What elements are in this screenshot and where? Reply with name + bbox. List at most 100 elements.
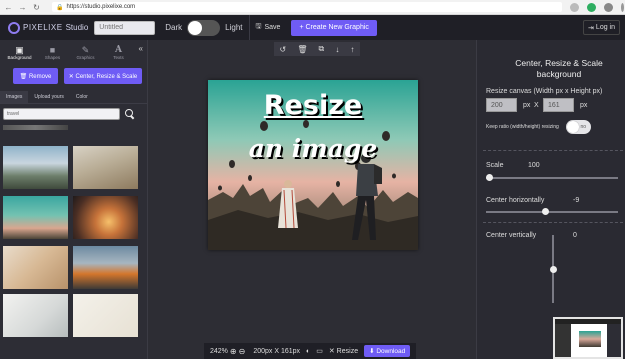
text-icon: A <box>115 44 122 55</box>
save-label: Save <box>264 24 281 31</box>
logo[interactable]: PIXELIXE Studio <box>8 21 89 34</box>
image-thumbnail[interactable] <box>3 196 68 239</box>
minimap-panel <box>607 324 621 357</box>
contrast-icon[interactable]: ◐ <box>306 348 310 355</box>
image-thumbnail-partial[interactable] <box>3 125 68 130</box>
light-label: Light <box>225 23 243 32</box>
url-text: https://studio.pixelixe.com <box>66 4 136 10</box>
artboard-text-an-image[interactable]: an image <box>208 134 418 163</box>
download-button[interactable]: ⬇ Download <box>364 345 411 357</box>
address-bar[interactable]: 🔒 https://studio.pixelixe.com <box>52 2 562 12</box>
center-resize-scale-button[interactable]: ✕ Center, Resize & Scale <box>64 68 142 84</box>
minimap-preview[interactable] <box>553 317 623 359</box>
sidebar-tabs: ▣ Background ■ Shapes ✎ Graphics A Texts <box>0 40 147 64</box>
image-thumbnail[interactable] <box>3 294 68 337</box>
center-horizontally-value: -9 <box>573 197 580 204</box>
studio-label: Studio <box>65 23 89 32</box>
app-header: PIXELIXE Studio Dark Light 🖫 Save + Crea… <box>0 15 625 40</box>
keep-ratio-label: Keep ratio (width/height) resizing <box>486 124 559 130</box>
monitor-icon[interactable]: ▭ <box>316 347 323 355</box>
login-icon: ⇥ <box>588 24 594 32</box>
divider <box>483 222 623 223</box>
scale-slider-handle[interactable] <box>486 174 493 181</box>
tab-upload-yours[interactable]: Upload yours <box>28 91 69 103</box>
scale-label: Scale <box>486 162 504 169</box>
tab-shapes[interactable]: ■ Shapes <box>36 40 69 64</box>
center-horizontally-slider[interactable] <box>486 211 618 213</box>
canvas-area: ↺ 🗑 ⧉ ↓ ↑ Resize an image 242% ⊕ ⊖ 200px… <box>148 40 476 359</box>
resize-canvas-label: Resize canvas (Width px x Height px) <box>486 88 603 95</box>
tab-color[interactable]: Color <box>70 91 94 103</box>
tab-label: Texts <box>113 54 124 60</box>
remove-button[interactable]: 🗑 Remove <box>13 68 58 84</box>
center-vertically-value: 0 <box>573 232 577 239</box>
menu-icon[interactable] <box>621 2 624 12</box>
save-icon: 🖫 <box>255 23 262 30</box>
image-thumbnail[interactable] <box>73 294 138 337</box>
center-horizontally-label: Center horizontally <box>486 197 545 204</box>
image-source-tabs: Images Upload yours Color <box>0 91 147 104</box>
create-new-graphic-button[interactable]: + Create New Graphic <box>291 19 377 36</box>
layer-toolbar: ↺ 🗑 ⧉ ↓ ↑ <box>274 42 360 56</box>
minimap-sidebar <box>555 324 571 357</box>
image-thumbnail[interactable] <box>3 246 68 289</box>
save-button[interactable]: 🖫 Save <box>256 22 281 33</box>
collapse-sidebar-icon[interactable]: « <box>139 44 143 53</box>
zoom-level: 242% <box>210 347 228 355</box>
keep-ratio-toggle[interactable]: no <box>566 120 591 134</box>
scale-slider[interactable] <box>486 177 618 179</box>
image-search <box>3 108 147 120</box>
arrow-down-icon[interactable]: ↓ <box>335 45 339 54</box>
back-icon[interactable]: ← <box>3 2 14 13</box>
canvas-width-input[interactable] <box>486 98 517 112</box>
arrow-up-icon[interactable]: ↑ <box>350 45 354 54</box>
panel-title: Center, Resize & Scale background <box>515 58 603 79</box>
image-thumbnail[interactable] <box>3 146 68 189</box>
artboard[interactable]: Resize an image <box>208 80 418 250</box>
tab-graphics[interactable]: ✎ Graphics <box>69 40 102 64</box>
tab-images[interactable]: Images <box>0 91 29 103</box>
right-panel: Center, Resize & Scale background Resize… <box>476 40 625 359</box>
login-button[interactable]: ⇥ Log in <box>583 20 620 35</box>
undo-icon[interactable]: ↺ <box>280 45 287 54</box>
zoom-out-icon[interactable]: ⊖ <box>239 347 246 356</box>
tab-texts[interactable]: A Texts <box>102 40 135 64</box>
search-icon[interactable] <box>125 109 135 119</box>
star-icon[interactable] <box>570 2 579 12</box>
image-thumbnail[interactable] <box>73 246 138 289</box>
theme-toggle[interactable] <box>187 19 221 36</box>
dark-label: Dark <box>165 23 183 32</box>
duplicate-icon[interactable]: ⧉ <box>319 44 325 54</box>
square-icon: ■ <box>49 44 56 55</box>
tab-label: Graphics <box>76 54 95 60</box>
resize-button[interactable]: ✕ Resize <box>329 347 358 355</box>
search-input[interactable] <box>3 108 120 120</box>
trash-icon[interactable]: 🗑 <box>297 45 307 54</box>
canvas-height-input[interactable] <box>543 98 574 112</box>
browser-toolbar: ← → ↻ 🔒 https://studio.pixelixe.com <box>0 0 625 15</box>
tab-label: Shapes <box>44 54 61 60</box>
scale-value: 100 <box>528 162 540 169</box>
login-label: Log in <box>595 24 615 31</box>
extension-icon[interactable] <box>587 2 596 12</box>
zoom-in-icon[interactable]: ⊕ <box>230 347 237 356</box>
forward-icon[interactable]: → <box>17 2 28 13</box>
reload-icon[interactable]: ↻ <box>31 2 42 13</box>
logo-text: PIXELIXE <box>23 23 63 32</box>
image-thumbnail[interactable] <box>73 146 138 189</box>
center-vertically-label: Center vertically <box>486 232 537 239</box>
tab-background[interactable]: ▣ Background <box>3 40 36 64</box>
lock-icon: 🔒 <box>56 4 64 11</box>
px-label: px <box>523 102 531 109</box>
image-icon: ▣ <box>15 44 24 55</box>
artboard-text-resize[interactable]: Resize <box>208 90 418 121</box>
divider <box>248 15 250 40</box>
logo-icon <box>8 21 20 34</box>
graphic-title-input[interactable] <box>94 20 156 35</box>
image-thumbnail[interactable] <box>73 196 138 239</box>
center-horizontally-slider-handle[interactable] <box>542 208 550 215</box>
toggle-state: no <box>580 124 586 130</box>
center-vertically-slider-handle[interactable] <box>550 265 557 273</box>
profile-icon[interactable] <box>604 2 613 12</box>
background-actions: 🗑 Remove ✕ Center, Resize & Scale <box>0 64 147 84</box>
